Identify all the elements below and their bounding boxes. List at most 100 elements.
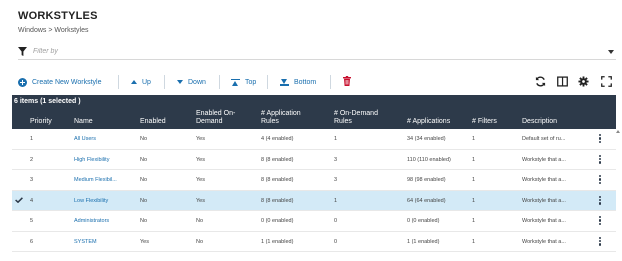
cell-name-link[interactable]: Administrators bbox=[74, 218, 109, 224]
grid-body: 1 All Users No Yes 4 (4 enabled) 1 34 (3… bbox=[12, 129, 616, 252]
cell-filters: 1 bbox=[472, 156, 476, 163]
chevron-down-icon[interactable] bbox=[608, 50, 614, 54]
cell-name-link[interactable]: Medium Flexibil... bbox=[74, 177, 117, 183]
column-header-applications[interactable]: # Applications bbox=[407, 118, 450, 126]
move-up-label: Up bbox=[142, 78, 151, 86]
toolbar-divider bbox=[267, 75, 268, 89]
create-workstyle-label: Create New Workstyle bbox=[32, 78, 102, 86]
cell-on-demand: Yes bbox=[196, 197, 205, 204]
table-row[interactable]: 6 SYSTEM Yes No 1 (1 enabled) 0 1 (1 ena… bbox=[12, 232, 616, 252]
toolbar-divider bbox=[330, 75, 331, 89]
cell-priority: 3 bbox=[30, 177, 34, 183]
row-menu-icon[interactable] bbox=[599, 134, 602, 144]
column-header-on-demand-rules[interactable]: # On-Demand Rules bbox=[334, 110, 386, 126]
cell-filters: 1 bbox=[472, 238, 476, 245]
arrow-down-icon bbox=[177, 80, 183, 84]
cell-priority: 6 bbox=[30, 238, 34, 245]
arrow-up-icon bbox=[131, 80, 137, 84]
cell-enabled: Yes bbox=[140, 238, 149, 245]
cell-applications: 0 (0 enabled) bbox=[407, 218, 440, 224]
toolbar-divider bbox=[164, 75, 165, 89]
column-header-filters[interactable]: # Filters bbox=[472, 118, 497, 126]
table-row[interactable]: 5 Administrators No No 0 (0 enabled) 0 0… bbox=[12, 211, 616, 232]
cell-name-link[interactable]: SYSTEM bbox=[74, 239, 97, 245]
trash-icon[interactable] bbox=[343, 76, 351, 86]
cell-on-demand-rules: 0 bbox=[334, 218, 338, 224]
filter-input[interactable] bbox=[33, 46, 593, 57]
cell-description: Workstyle that a... bbox=[522, 197, 566, 204]
column-header-enabled-on-demand[interactable]: Enabled On-Demand bbox=[196, 110, 246, 126]
cell-applications: 64 (64 enabled) bbox=[407, 197, 446, 204]
cell-enabled: No bbox=[140, 156, 148, 163]
filter-bar bbox=[18, 44, 616, 60]
column-header-priority[interactable]: Priority bbox=[30, 118, 52, 126]
cell-priority: 5 bbox=[30, 218, 34, 224]
cell-on-demand: Yes bbox=[196, 156, 205, 163]
table-row-selected[interactable]: 4 Low Flexibility No Yes 8 (8 enabled) 1… bbox=[12, 190, 616, 211]
to-top-icon bbox=[231, 78, 240, 86]
move-top-button[interactable]: Top bbox=[231, 73, 256, 91]
cell-priority: 1 bbox=[30, 136, 34, 142]
column-header-enabled[interactable]: Enabled bbox=[140, 118, 166, 126]
cell-application-rules: 8 (8 enabled) bbox=[261, 177, 294, 183]
toolbar: Create New Workstyle Up Down Top Bottom bbox=[18, 73, 616, 91]
plus-circle-icon bbox=[18, 77, 27, 87]
cell-on-demand-rules: 0 bbox=[334, 238, 338, 245]
cell-application-rules: 1 (1 enabled) bbox=[261, 238, 294, 245]
move-bottom-label: Bottom bbox=[294, 78, 317, 86]
move-up-button[interactable]: Up bbox=[131, 73, 151, 91]
table-row[interactable]: 2 High Flexibility No Yes 8 (8 enabled) … bbox=[12, 150, 616, 170]
cell-enabled: No bbox=[140, 218, 148, 224]
move-down-button[interactable]: Down bbox=[177, 73, 206, 91]
table-row[interactable]: 3 Medium Flexibil... No Yes 8 (8 enabled… bbox=[12, 170, 616, 191]
settings-icon[interactable] bbox=[578, 76, 589, 87]
cell-description: Workstyle that a... bbox=[522, 177, 566, 183]
row-menu-icon[interactable] bbox=[599, 236, 602, 247]
columns-icon[interactable] bbox=[557, 76, 568, 87]
cell-priority: 2 bbox=[30, 156, 34, 163]
cell-applications: 98 (98 enabled) bbox=[407, 177, 446, 183]
cell-applications: 34 (34 enabled) bbox=[407, 136, 446, 142]
cell-on-demand: No bbox=[196, 238, 204, 245]
move-bottom-button[interactable]: Bottom bbox=[280, 73, 316, 91]
scrollbar[interactable] bbox=[615, 129, 621, 255]
cell-description: Workstyle that a... bbox=[522, 156, 566, 163]
cell-filters: 1 bbox=[472, 218, 476, 224]
cell-application-rules: 8 (8 enabled) bbox=[261, 197, 294, 204]
cell-application-rules: 8 (8 enabled) bbox=[261, 156, 294, 163]
cell-enabled: No bbox=[140, 197, 148, 204]
cell-description: Default set of ru... bbox=[522, 136, 566, 142]
cell-name-link[interactable]: High Flexibility bbox=[74, 157, 109, 163]
create-workstyle-button[interactable]: Create New Workstyle bbox=[18, 73, 102, 91]
checkmark-icon bbox=[15, 196, 23, 203]
row-menu-icon[interactable] bbox=[599, 175, 602, 185]
cell-name-link[interactable]: Low Flexibility bbox=[74, 198, 108, 204]
cell-on-demand-rules: 1 bbox=[334, 197, 338, 204]
cell-on-demand-rules: 1 bbox=[334, 136, 338, 142]
cell-application-rules: 4 (4 enabled) bbox=[261, 136, 294, 142]
cell-applications: 110 (110 enabled) bbox=[407, 156, 451, 163]
filter-icon[interactable] bbox=[18, 47, 27, 56]
table-row[interactable]: 1 All Users No Yes 4 (4 enabled) 1 34 (3… bbox=[12, 129, 616, 150]
cell-filters: 1 bbox=[472, 136, 476, 142]
row-menu-icon[interactable] bbox=[599, 195, 602, 206]
refresh-icon[interactable] bbox=[535, 76, 546, 87]
fullscreen-icon[interactable] bbox=[601, 76, 612, 87]
move-top-label: Top bbox=[245, 78, 257, 86]
cell-name-link[interactable]: All Users bbox=[74, 136, 96, 142]
page-title: WORKSTYLES bbox=[18, 10, 98, 22]
toolbar-divider bbox=[118, 75, 119, 89]
cell-enabled: No bbox=[140, 177, 148, 183]
toolbar-divider bbox=[219, 75, 220, 89]
to-bottom-icon bbox=[280, 78, 289, 86]
cell-on-demand-rules: 3 bbox=[334, 156, 338, 163]
column-header-name[interactable]: Name bbox=[74, 118, 93, 126]
column-header-application-rules[interactable]: # Application Rules bbox=[261, 110, 317, 126]
row-menu-icon[interactable] bbox=[599, 216, 602, 226]
grid-header: 6 items (1 selected ) Priority Name Enab… bbox=[12, 95, 616, 129]
row-menu-icon[interactable] bbox=[599, 154, 602, 165]
breadcrumb[interactable]: Windows > Workstyles bbox=[18, 27, 88, 34]
scroll-up-icon[interactable] bbox=[616, 130, 620, 133]
cell-filters: 1 bbox=[472, 197, 476, 204]
column-header-description[interactable]: Description bbox=[522, 118, 557, 126]
